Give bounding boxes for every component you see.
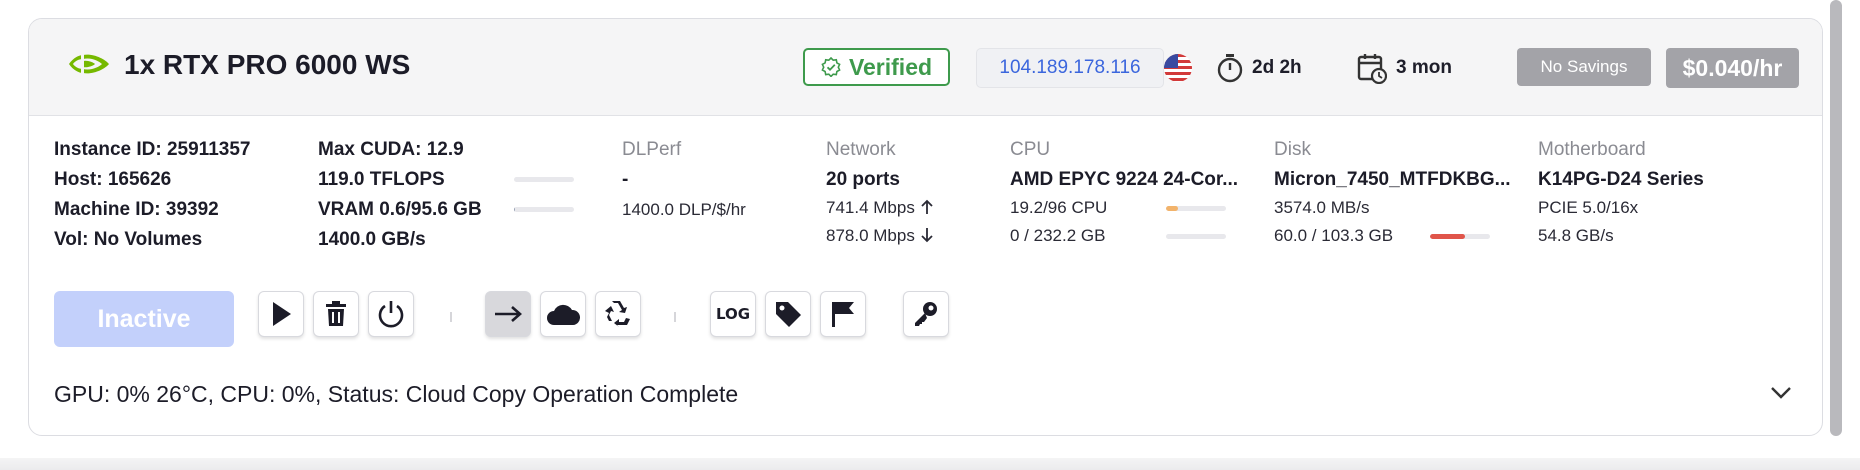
gpu-title: 1x RTX PRO 6000 WS (124, 49, 411, 80)
start-button[interactable] (258, 291, 304, 337)
vram-bar (514, 207, 574, 212)
nvidia-logo-icon (69, 52, 109, 76)
cpu-cores-bar-fill (1166, 206, 1178, 211)
page-bottom-edge (0, 458, 1860, 470)
max-cuda: Max CUDA: 12.9 (318, 139, 464, 160)
report-button[interactable] (820, 291, 866, 337)
arrow-up-icon (920, 199, 933, 214)
power-icon (378, 301, 404, 328)
rental-duration: 3 mon (1396, 57, 1452, 78)
vram-value: VRAM 0.6/95.6 GB (318, 199, 482, 220)
cloud-icon (547, 304, 580, 325)
chevron-down-icon[interactable] (1769, 381, 1793, 405)
network-download: 878.0 Mbps (826, 226, 934, 246)
arrow-down-icon (920, 228, 933, 243)
play-icon (273, 302, 291, 326)
ssh-key-button[interactable] (903, 291, 949, 337)
tflops-value: 119.0 TFLOPS (318, 169, 445, 190)
cpu-model: AMD EPYC 9224 24-Cor... (1010, 169, 1239, 190)
motherboard-model: K14PG-D24 Series (1538, 169, 1704, 190)
network-label: Network (826, 139, 896, 160)
recycle-icon (605, 301, 630, 327)
cpu-ram: 0 / 232.2 GB (1010, 226, 1106, 245)
price-badge: $0.040/hr (1666, 48, 1799, 88)
action-separator (674, 312, 676, 322)
dlperf-per-dollar: 1400.0 DLP/$/hr (622, 200, 746, 219)
disk-usage-bar-fill (1430, 234, 1465, 239)
stopwatch-icon (1217, 54, 1243, 83)
power-button[interactable] (368, 291, 414, 337)
cpu-label: CPU (1010, 139, 1051, 160)
log-label: LOG (715, 305, 751, 323)
network-ports: 20 ports (826, 169, 900, 190)
motherboard-label: Motherboard (1538, 139, 1646, 160)
instance-id: Instance ID: 25911357 (54, 139, 251, 160)
disk-label: Disk (1274, 139, 1311, 160)
card-header: 1x RTX PRO 6000 WS Verified 104.189.178.… (29, 19, 1822, 116)
ip-address-button[interactable]: 104.189.178.116 (976, 48, 1164, 88)
network-upload: 741.4 Mbps (826, 198, 934, 218)
cpu-cores: 19.2/96 CPU (1010, 198, 1108, 217)
volume-info: Vol: No Volumes (54, 229, 203, 250)
cpu-cores-bar (1166, 206, 1226, 211)
dlperf-label: DLPerf (622, 139, 682, 160)
tflops-bar (514, 177, 574, 182)
no-savings-badge: No Savings (1517, 48, 1651, 86)
scrollbar[interactable] (1830, 0, 1842, 436)
trash-icon (326, 301, 346, 326)
cpu-ram-bar (1166, 234, 1226, 239)
machine-id: Machine ID: 39392 (54, 199, 219, 220)
disk-usage-bar (1430, 234, 1490, 239)
label-button[interactable] (765, 291, 811, 337)
verified-check-icon (821, 57, 841, 77)
log-button[interactable]: LOG (710, 291, 756, 337)
delete-button[interactable] (313, 291, 359, 337)
disk-model: Micron_7450_MTFDKBG... (1274, 169, 1511, 190)
us-flag-icon (1164, 54, 1192, 82)
action-separator (450, 312, 452, 322)
recycle-button[interactable] (595, 291, 641, 337)
download-speed: 878.0 Mbps (826, 226, 915, 245)
disk-speed: 3574.0 MB/s (1274, 198, 1370, 217)
tag-icon (776, 302, 801, 327)
verified-label: Verified (848, 53, 933, 80)
pcie-bandwidth: 54.8 GB/s (1538, 226, 1614, 245)
arrow-right-icon (495, 306, 522, 322)
pcie-info: PCIE 5.0/16x (1538, 198, 1639, 217)
uptime-value: 2d 2h (1252, 57, 1302, 78)
cloud-sync-button[interactable] (540, 291, 586, 337)
key-icon (915, 302, 937, 326)
gpu-bandwidth: 1400.0 GB/s (318, 229, 426, 250)
host-id: Host: 165626 (54, 169, 172, 190)
disk-usage: 60.0 / 103.3 GB (1274, 226, 1394, 245)
upload-speed: 741.4 Mbps (826, 198, 915, 217)
verified-badge: Verified (803, 48, 950, 86)
flag-icon (832, 302, 854, 327)
dlperf-value: - (622, 169, 629, 190)
status-line: GPU: 0% 26°C, CPU: 0%, Status: Cloud Cop… (54, 381, 739, 407)
calendar-clock-icon (1357, 54, 1387, 84)
inactive-button[interactable]: Inactive (54, 291, 234, 347)
instance-card: 1x RTX PRO 6000 WS Verified 104.189.178.… (28, 18, 1823, 436)
connect-button[interactable] (485, 291, 531, 337)
